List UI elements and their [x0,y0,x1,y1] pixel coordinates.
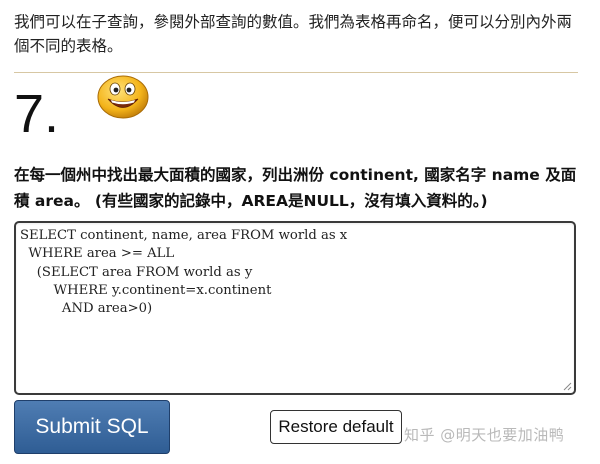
section-divider [14,72,578,73]
watermark-text: 知乎 @明天也要加油鸭 [404,426,565,444]
submit-sql-button[interactable]: Submit SQL [14,400,170,454]
question-text: 在每一個州中找出最大面積的國家，列出洲份 continent, 國家名字 nam… [14,166,577,210]
sql-editor-text[interactable]: SELECT continent, name, area FROM world … [20,227,574,318]
question-number: 7. [14,84,60,144]
smiley-face-icon [97,75,149,119]
intro-paragraph: 我們可以在子查詢，參閱外部查詢的數值。我們為表格再命名，便可以分別內外兩個不同的… [14,13,573,55]
resize-grip-icon[interactable] [562,381,572,391]
sql-editor[interactable]: SELECT continent, name, area FROM world … [14,221,576,395]
restore-default-button[interactable]: Restore default [270,410,402,444]
